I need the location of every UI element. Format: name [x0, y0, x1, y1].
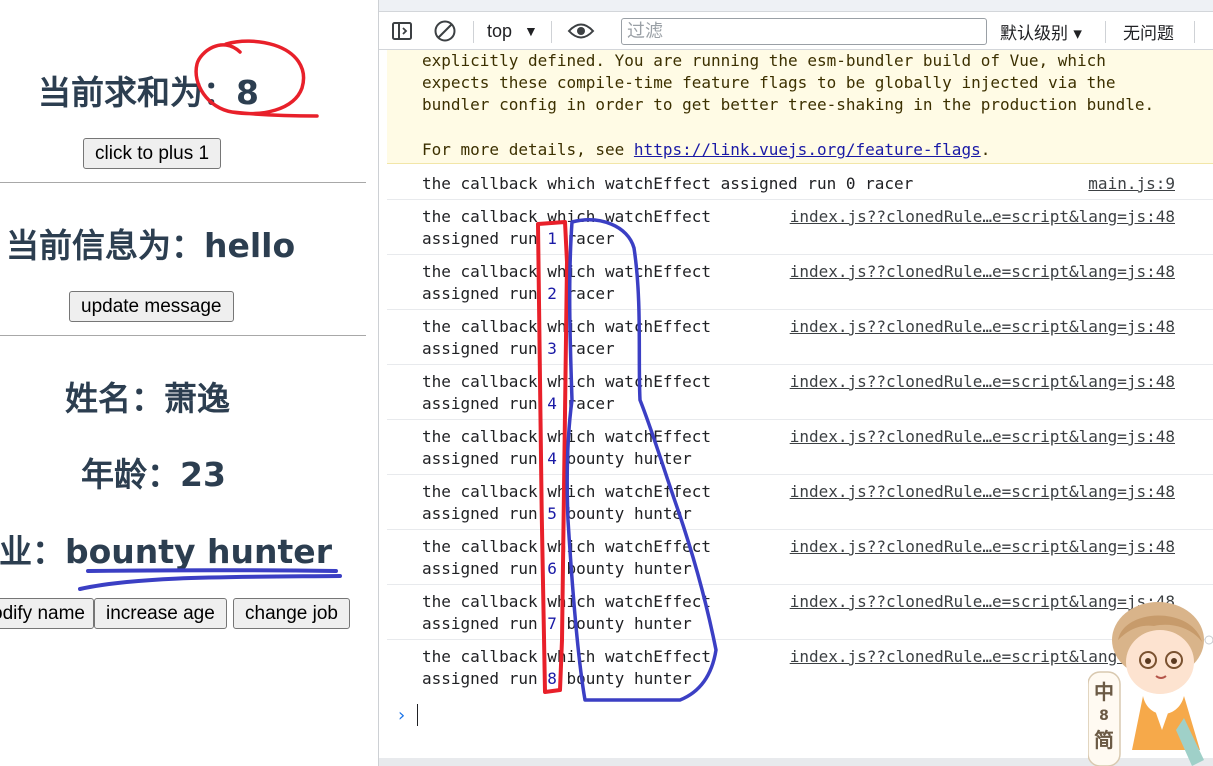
change-job-button[interactable]: change job: [233, 598, 350, 629]
toolbar-separator: [1105, 21, 1106, 43]
message-text-line1: the callback which watchEffect: [422, 207, 711, 226]
message-text-line2: assigned run 8 bounty hunter: [422, 669, 692, 688]
message-text-line2: assigned run 5 bounty hunter: [422, 504, 692, 523]
source-link[interactable]: index.js??clonedRule…e=script&lang=js:48: [790, 207, 1175, 226]
modify-name-button[interactable]: modify name: [0, 598, 94, 629]
sum-heading: 当前求和为：8: [38, 66, 259, 114]
message-text-line1: the callback which watchEffect: [422, 482, 711, 501]
ime-mascot-widget[interactable]: 中 8 简: [1087, 600, 1213, 766]
name-heading: 姓名：萧逸: [65, 372, 230, 420]
name-label: 姓名：: [65, 379, 164, 418]
console-filter-input[interactable]: [621, 18, 987, 45]
context-label: top: [487, 20, 513, 41]
console-message: the callback which watchEffect assigned …: [387, 168, 1213, 200]
divider: [0, 335, 366, 336]
app-preview: 当前求和为：8 click to plus 1 当前信息为：hello upda…: [0, 0, 378, 766]
warning-details-line: For more details, see https://link.vuejs…: [422, 140, 990, 159]
source-link[interactable]: index.js??clonedRule…e=script&lang=js:48: [790, 537, 1175, 556]
message-value: hello: [204, 226, 296, 265]
console-message: the callback which watchEffect assigned …: [387, 200, 1213, 255]
job-label: 职业：: [0, 532, 65, 571]
console-toolbar: top ▼ 默认级别 ▾ 无问题: [379, 12, 1213, 50]
age-heading: 年龄：23: [81, 448, 226, 496]
source-link[interactable]: index.js??clonedRule…e=script&lang=js:48: [790, 262, 1175, 281]
console-prompt-chevron-icon: ›: [396, 705, 407, 726]
issues-counter[interactable]: 无问题: [1123, 12, 1174, 50]
increase-age-button[interactable]: increase age: [94, 598, 227, 629]
console-message: the callback which watchEffect assigned …: [387, 310, 1213, 365]
console-message: the callback which watchEffect assigned …: [387, 255, 1213, 310]
message-text-line1: the callback which watchEffect: [422, 647, 711, 666]
console-input-caret[interactable]: [417, 704, 418, 726]
warning-line: bundler config in order to get better tr…: [422, 95, 1155, 114]
source-link[interactable]: index.js??clonedRule…e=script&lang=js:48: [790, 482, 1175, 501]
ime-mode-label: 中: [1094, 680, 1114, 704]
message-text-line2: assigned run 4 racer: [422, 394, 615, 413]
message-text-line2: assigned run 6 bounty hunter: [422, 559, 692, 578]
warning-line: expects these compile-time feature flags…: [422, 73, 1116, 92]
message-text-line1: the callback which watchEffect: [422, 372, 711, 391]
toolbar-separator: [473, 21, 474, 43]
details-prefix: For more details, see: [422, 140, 634, 159]
dropdown-arrow-icon: ▼: [524, 23, 538, 39]
sum-value: 8: [236, 73, 259, 112]
message-text-line1: the callback which watchEffect: [422, 262, 711, 281]
context-selector[interactable]: top ▼: [487, 12, 538, 50]
source-link[interactable]: index.js??clonedRule…e=script&lang=js:48: [790, 427, 1175, 446]
sidebar-toggle-icon[interactable]: [391, 12, 413, 50]
toolbar-separator: [551, 21, 552, 43]
age-value: 23: [180, 455, 226, 494]
message-text-line2: assigned run 7 bounty hunter: [422, 614, 692, 633]
source-link[interactable]: main.js:9: [1088, 174, 1175, 193]
name-value: 萧逸: [164, 379, 230, 418]
job-value: bounty hunter: [65, 532, 332, 571]
plus-one-button[interactable]: click to plus 1: [83, 138, 222, 169]
console-message: the callback which watchEffect assigned …: [387, 475, 1213, 530]
message-text-line1: the callback which watchEffect: [422, 592, 711, 611]
message-heading: 当前信息为：hello: [6, 219, 295, 267]
warning-line: explicitly defined. You are running the …: [422, 51, 1106, 70]
details-suffix: .: [980, 140, 991, 159]
feature-flags-link[interactable]: https://link.vuejs.org/feature-flags: [634, 140, 981, 159]
console-message: the callback which watchEffect assigned …: [387, 420, 1213, 475]
sum-label: 当前求和为：: [38, 73, 236, 112]
live-expression-eye-icon[interactable]: [567, 12, 595, 50]
message-text-line2: assigned run 1 racer: [422, 229, 615, 248]
message-text-line1: the callback which watchEffect: [422, 317, 711, 336]
message-text-line2: assigned run 3 racer: [422, 339, 615, 358]
console-message: the callback which watchEffect assigned …: [387, 365, 1213, 420]
console-message: the callback which watchEffect assigned …: [387, 530, 1213, 585]
divider: [0, 182, 366, 183]
warning-message: explicitly defined. You are running the …: [387, 50, 1213, 164]
message-text: the callback which watchEffect assigned …: [422, 174, 914, 193]
source-link[interactable]: index.js??clonedRule…e=script&lang=js:48: [790, 317, 1175, 336]
message-label: 当前信息为：: [6, 226, 204, 265]
age-label: 年龄：: [81, 455, 180, 494]
message-text-line1: the callback which watchEffect: [422, 427, 711, 446]
log-level-dropdown[interactable]: 默认级别 ▾: [1000, 12, 1082, 50]
toolbar-separator: [1194, 21, 1195, 43]
clear-console-icon[interactable]: [433, 12, 457, 50]
message-text-line2: assigned run 4 bounty hunter: [422, 449, 692, 468]
devtools-tab-strip: [379, 0, 1213, 12]
ime-mode-indicator: 中 8 简: [1088, 678, 1120, 754]
update-message-button[interactable]: update message: [69, 291, 234, 322]
source-link[interactable]: index.js??clonedRule…e=script&lang=js:48: [790, 372, 1175, 391]
ime-separator: 8: [1099, 708, 1109, 724]
job-heading: 职业：bounty hunter: [0, 525, 332, 573]
ime-script-label: 简: [1094, 728, 1114, 752]
message-text-line2: assigned run 2 racer: [422, 284, 615, 303]
message-text-line1: the callback which watchEffect: [422, 537, 711, 556]
